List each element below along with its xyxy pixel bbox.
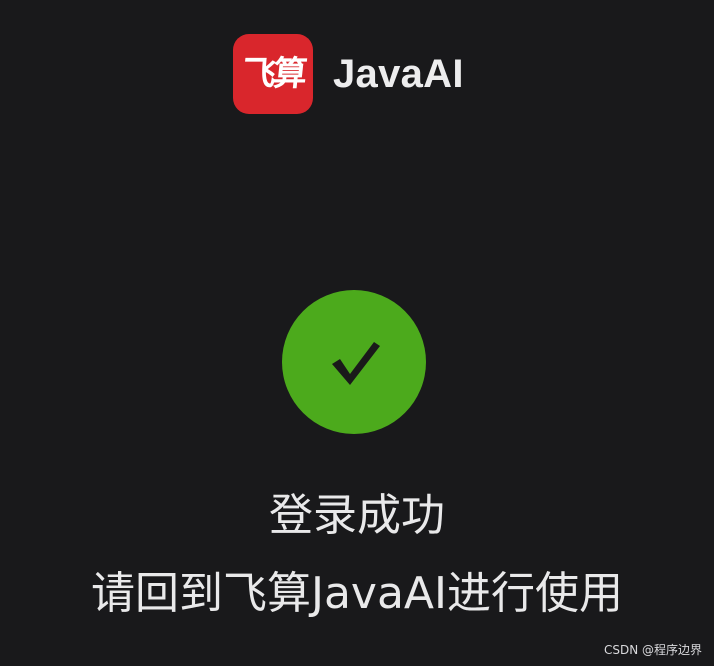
login-success-title: 登录成功 <box>269 490 445 541</box>
check-icon <box>332 342 380 385</box>
app-logo: 飞算 <box>233 34 313 114</box>
success-badge <box>282 290 426 434</box>
watermark: CSDN @程序边界 <box>603 643 702 657</box>
app-name: JavaAI <box>333 51 464 96</box>
logo-text: 飞算 <box>239 54 307 94</box>
return-message: 请回到飞算JavaAI进行使用 <box>90 568 624 619</box>
brand-header: 飞算 JavaAI <box>233 34 464 114</box>
